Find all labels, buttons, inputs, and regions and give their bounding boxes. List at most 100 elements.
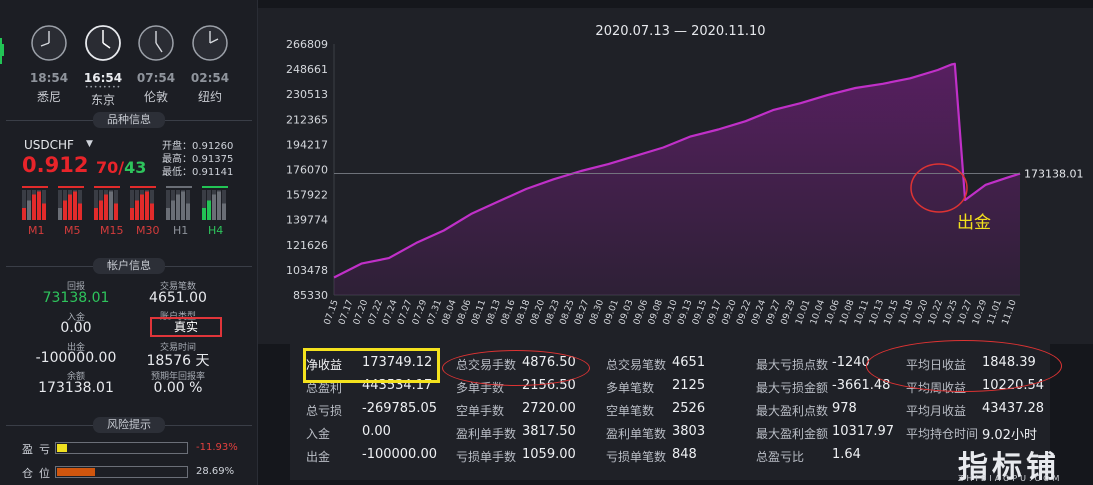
last-value-label: 173138.01 [1024,168,1084,181]
signal-bar [94,208,98,220]
stat-value: -100000.00 [362,447,437,462]
clock-time: 18:54 [29,71,69,85]
clock-city: 东京 [90,93,115,107]
stat-label: 盈利单手数 [456,427,517,441]
signal-bar-bg [176,190,180,195]
signal-bar-bg [150,190,154,204]
stat-value: 1059.00 [522,447,576,462]
signal-bar [135,200,139,220]
stat-value: -269785.05 [362,401,437,416]
stat-label: 最大亏损点数 [756,358,829,372]
y-tick-label: 176070 [286,164,328,177]
pl-bar-fill [57,444,68,452]
signal-bar-bg [22,190,26,208]
clock-city: 伦敦 [143,90,168,104]
signal-bar [68,194,72,220]
signal-bar-bg [78,190,82,204]
section-risk-header: 风险提示 [0,417,258,433]
signal-bar-bg [68,190,72,195]
tf-m5[interactable]: M5 [64,224,81,237]
account-type-value: 真实 [150,317,222,337]
signal-cap [130,186,156,188]
position-bar [55,466,188,478]
section-title: 帐户信息 [93,258,165,274]
stat-value: 1.64 [832,447,861,462]
signal-bar-bg [212,190,216,195]
signal-bar [27,200,31,220]
signal-bar [63,200,67,220]
signal-bar-bg [186,190,190,204]
signal-bar-bg [32,190,36,195]
clock-sydney[interactable]: 18:54 悉尼 [24,24,74,105]
symbol-select[interactable]: USDCHF [24,138,74,152]
clock-newyork[interactable]: 02:54 纽约 [185,24,235,105]
signal-bar [109,191,113,220]
clock-time: 16:54 [83,71,123,85]
y-tick-label: 157922 [286,189,328,202]
y-tick-label: 212365 [286,113,328,126]
stat-label: 空单笔数 [606,404,655,418]
signal-bar [58,208,62,220]
stat-label: 出金 [306,450,331,464]
signal-bar [104,194,108,220]
signal-bar [73,191,77,220]
signal-bar [171,200,175,220]
signal-bar-bg [171,190,175,201]
clock-time: 07:54 [136,71,176,85]
signal-bar-bg [42,190,46,204]
stat-label: 盈利单笔数 [606,427,667,441]
signal-bar [32,194,36,220]
signal-bar-bg [217,190,221,192]
deposit-value: 0.00 [60,320,92,336]
signal-bar-bg [130,190,134,208]
watermark-sub: ZHIBIAOPU.COM [958,474,1063,483]
stat-label: 入金 [306,427,331,441]
equity-chart-panel: 2020.07.13 — 2020.11.10 266809 248661 2305… [258,8,1093,344]
signal-bar [186,203,190,220]
stat-label: 平均持仓时间 [906,427,979,441]
balance-value: 173138.01 [38,380,114,396]
clock-tokyo[interactable]: 16:54 •••••••• 东京 [78,24,128,108]
clock-london[interactable]: 07:54 伦敦 [131,24,181,105]
tf-m30[interactable]: M30 [136,224,160,237]
signal-bar-bg [222,190,226,204]
pl-bar [55,442,188,454]
stat-value: 4651 [672,355,706,370]
signal-bar-bg [181,190,185,192]
pl-value: -11.93% [196,442,238,453]
clock-icon [31,25,67,61]
position-label: 仓位 [22,467,56,480]
tf-m1[interactable]: M1 [28,224,45,237]
signal-bar [217,191,221,220]
section-account-header: 帐户信息 [0,258,258,274]
signal-bar [222,203,226,220]
signal-bar [150,203,154,220]
tf-m15[interactable]: M15 [100,224,124,237]
signal-bar-bg [114,190,118,204]
signal-bar [212,194,216,220]
tf-h4[interactable]: H4 [208,224,223,237]
signal-cap [58,186,84,188]
left-panel: 18:54 悉尼 16:54 •••••••• 东京 07:54 伦敦 02:5… [0,0,258,485]
signal-cap [202,186,228,188]
y-tick-label: 230513 [286,88,328,101]
tf-h1[interactable]: H1 [173,224,188,237]
y-tick-label: 194217 [286,138,328,151]
chevron-down-icon[interactable]: ▼ [86,139,93,149]
stat-label: 亏损单手数 [456,450,517,464]
signal-bar [202,208,206,220]
withdraw-value: -100000.00 [35,350,117,366]
price-alt: 43 [124,158,147,177]
net-profit-highlight [303,348,440,383]
signal-bar [42,203,46,220]
stat-label: 总亏损 [306,404,343,418]
stat-value: 0.00 [362,424,391,439]
clock-city: 纽约 [197,90,222,104]
y-tick-label: 103478 [286,264,328,277]
signal-bar-bg [140,190,144,195]
stat-label: 总盈亏比 [756,450,805,464]
total-lots-highlight [442,350,590,386]
price-fraction: 70/43 [96,158,146,177]
signal-bar [22,208,26,220]
signal-bar-bg [109,190,113,192]
